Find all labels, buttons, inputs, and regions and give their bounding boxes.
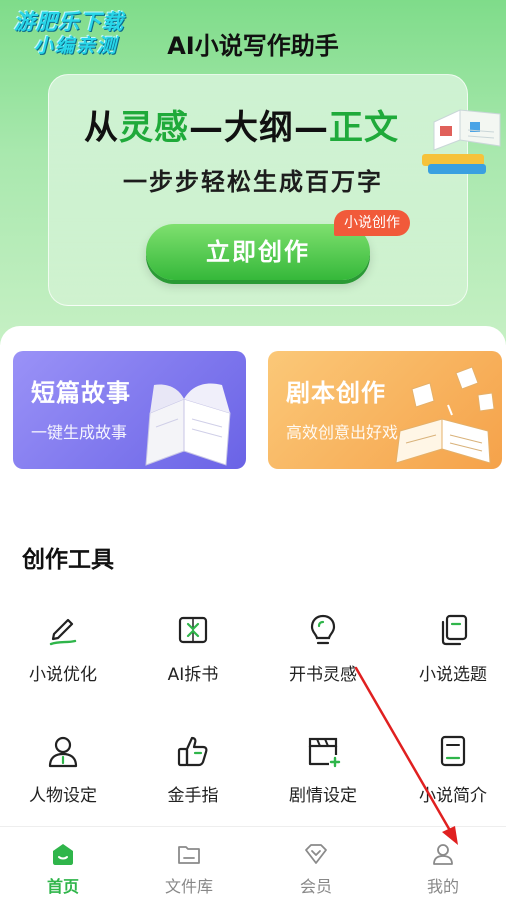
tool-label: 小说优化 [29, 665, 97, 685]
creative-tools-heading: 创作工具 [22, 547, 114, 573]
headline-part-4: 大纲 [224, 108, 294, 148]
banner-subtitle: 一步步轻松生成百万字 [123, 168, 383, 196]
tool-opening-inspiration[interactable]: 开书灵感 [260, 612, 386, 702]
nav-item-home[interactable]: 首页 [0, 827, 126, 898]
clapperboard-icon [308, 737, 341, 768]
tool-label: 金手指 [167, 786, 219, 806]
nav-label: 我的 [426, 877, 459, 896]
tool-golden-finger[interactable]: 金手指 [130, 733, 256, 823]
tool-label: 开书灵感 [289, 665, 357, 685]
tool-label: AI拆书 [167, 665, 219, 685]
person-icon [48, 736, 78, 768]
script-writing-card[interactable]: 剧本创作 高效创意出好戏 [268, 351, 502, 469]
tool-novel-optimize[interactable]: 小说优化 [0, 612, 126, 702]
tool-novel-topic[interactable]: 小说选题 [390, 612, 506, 702]
banner-headline: 从灵感—大纲—正文 [84, 100, 399, 149]
split-book-icon [178, 616, 208, 644]
pen-icon [49, 618, 77, 646]
headline-part-1: 从 [84, 108, 119, 148]
tool-label: 人物设定 [29, 786, 97, 806]
short-story-subtitle: 一键生成故事 [31, 423, 128, 442]
nav-item-membership[interactable]: 会员 [253, 827, 379, 898]
folder-icon [178, 846, 200, 864]
tool-label: 小说选题 [419, 665, 487, 685]
script-writing-title: 剧本创作 [286, 379, 386, 407]
bottom-navigation: 首页 文件库 会员 我的 [0, 826, 506, 898]
lightbulb-icon [310, 614, 336, 645]
home-icon [53, 844, 73, 865]
open-book-icon [145, 383, 231, 466]
profile-icon [433, 844, 453, 865]
page-title: AI小说写作助手 [167, 32, 339, 60]
vip-diamond-icon [305, 844, 327, 864]
nav-label: 首页 [46, 877, 79, 896]
tool-plot-setting[interactable]: 剧情设定 [260, 733, 386, 823]
doc-summary-icon [440, 735, 466, 767]
short-story-card[interactable]: 短篇故事 一键生成故事 [13, 351, 246, 469]
copy-doc-icon [441, 614, 468, 646]
headline-part-6: 正文 [329, 108, 399, 148]
tool-character-setting[interactable]: 人物设定 [0, 733, 126, 823]
nav-item-file-library[interactable]: 文件库 [126, 827, 252, 898]
nav-item-mine[interactable]: 我的 [380, 827, 506, 898]
tool-ai-split-book[interactable]: AI拆书 [130, 612, 256, 702]
headline-part-3: — [189, 108, 224, 148]
tool-novel-summary[interactable]: 小说简介 [390, 733, 506, 823]
headline-part-2: 灵感 [119, 108, 189, 148]
short-story-title: 短篇故事 [31, 379, 131, 407]
headline-part-5: — [294, 108, 329, 148]
tool-label: 小说简介 [419, 786, 487, 806]
nav-label: 会员 [299, 877, 332, 896]
script-book-icon [395, 366, 495, 464]
nav-label: 文件库 [164, 877, 213, 896]
tool-label: 剧情设定 [289, 786, 357, 806]
novel-create-badge: 小说创作 [334, 210, 410, 236]
thumbs-up-icon [177, 736, 208, 767]
